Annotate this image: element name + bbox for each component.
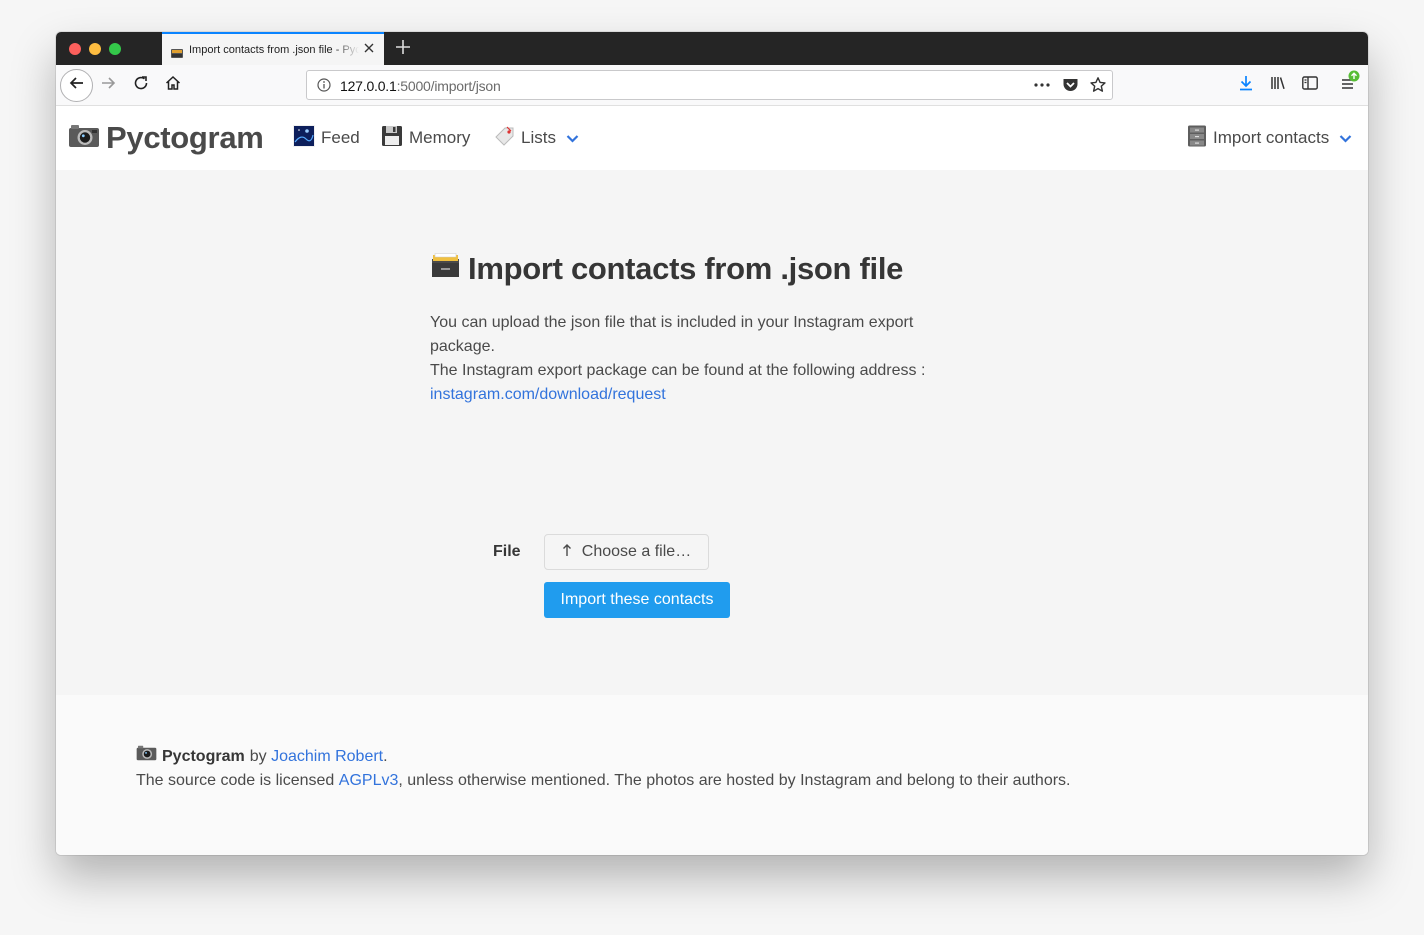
- browser-window: Import contacts from .json file - Pyctog…: [56, 32, 1368, 855]
- nav-item-memory[interactable]: Memory: [381, 125, 471, 152]
- nav-item-feed[interactable]: Feed: [293, 124, 360, 152]
- url-path: :5000/import/json: [396, 78, 501, 94]
- url-text: 127.0.0.1:5000/import/json: [340, 78, 501, 94]
- pocket-icon[interactable]: [1062, 77, 1079, 98]
- browser-toolbar: 127.0.0.1:5000/import/json: [56, 65, 1368, 106]
- footer-license: The source code is licensed AGPLv3, unle…: [136, 769, 1368, 793]
- nav-item-label: Lists: [521, 128, 556, 147]
- reload-icon: [132, 74, 150, 97]
- download-icon: [1237, 74, 1255, 97]
- nav-item-label: Feed: [321, 128, 360, 147]
- footer-brand: Pyctogram: [162, 748, 245, 765]
- back-button[interactable]: [60, 69, 93, 102]
- sidebar-icon: [1301, 74, 1319, 97]
- arrow-right-icon: [99, 74, 117, 97]
- license-link[interactable]: AGPLv3: [339, 772, 399, 789]
- library-button[interactable]: [1269, 76, 1287, 94]
- file-cabinet-icon: [171, 45, 183, 58]
- license-suffix: , unless otherwise mentioned. The photos…: [398, 772, 1071, 789]
- menu-button[interactable]: [1339, 70, 1360, 94]
- import-contacts-button[interactable]: Import these contacts: [544, 582, 730, 618]
- footer: Pyctogram by Joachim Robert. The source …: [56, 695, 1368, 855]
- close-tab-icon[interactable]: [362, 41, 376, 55]
- camera-icon: [68, 120, 100, 156]
- home-button[interactable]: [164, 74, 182, 97]
- close-window-button[interactable]: [69, 43, 81, 55]
- page-title: Import contacts from .json file: [430, 251, 903, 287]
- nav-item-import-contacts[interactable]: Import contacts: [1187, 125, 1352, 152]
- author-link[interactable]: Joachim Robert: [271, 745, 383, 769]
- brand-link[interactable]: Pyctogram: [68, 120, 264, 156]
- arrow-left-icon: [68, 74, 86, 97]
- zoom-window-button[interactable]: [109, 43, 121, 55]
- page-title-text: Import contacts from .json file: [468, 251, 904, 286]
- description-line-2: The Instagram export package can be foun…: [430, 362, 926, 379]
- home-icon: [164, 74, 182, 97]
- forward-button[interactable]: [99, 76, 117, 94]
- nav-item-label: Memory: [409, 128, 471, 147]
- file-cabinet-icon: [1187, 125, 1207, 152]
- chevron-down-icon: [566, 128, 579, 148]
- browser-tab[interactable]: Import contacts from .json file - Pyctog…: [162, 32, 384, 65]
- tab-title: Import contacts from .json file - Pyctog…: [189, 43, 359, 56]
- bookmark-star-icon[interactable]: [1089, 76, 1107, 99]
- minimize-window-button[interactable]: [89, 43, 101, 55]
- floppy-disk-icon: [381, 125, 403, 152]
- update-badge-icon: [1348, 69, 1360, 87]
- new-tab-icon[interactable]: [394, 38, 412, 56]
- footer-by: by: [249, 748, 267, 765]
- card-file-box-icon: [430, 251, 461, 287]
- night-sky-icon: [293, 124, 315, 152]
- brand-name: Pyctogram: [106, 120, 264, 155]
- camera-icon: [136, 745, 157, 769]
- choose-file-label: Choose a file…: [581, 543, 692, 560]
- sidebar-button[interactable]: [1301, 74, 1319, 97]
- page: Pyctogram Feed Memory Lists Import conta…: [56, 106, 1368, 855]
- url-bar[interactable]: 127.0.0.1:5000/import/json: [306, 70, 1113, 100]
- upload-arrow-icon: [562, 543, 572, 562]
- reload-button[interactable]: [132, 74, 150, 97]
- navbar: Pyctogram Feed Memory Lists Import conta…: [56, 106, 1368, 170]
- choose-file-button[interactable]: Choose a file…: [544, 534, 709, 570]
- bookmark-tag-icon: [493, 125, 515, 152]
- downloads-button[interactable]: [1237, 74, 1255, 97]
- footer-credit: Pyctogram by Joachim Robert.: [136, 745, 1368, 769]
- chevron-down-icon: [1339, 128, 1352, 148]
- file-label: File: [493, 543, 521, 560]
- more-actions-icon[interactable]: [1033, 78, 1051, 97]
- info-icon[interactable]: [317, 78, 331, 97]
- library-icon: [1269, 74, 1287, 97]
- nav-item-label: Import contacts: [1213, 128, 1330, 147]
- url-host: 127.0.0.1: [340, 78, 397, 94]
- instagram-download-link[interactable]: instagram.com/download/request: [430, 386, 666, 403]
- license-prefix: The source code is licensed: [136, 772, 335, 789]
- description: You can upload the json file that is inc…: [430, 311, 950, 407]
- description-line-1: You can upload the json file that is inc…: [430, 314, 914, 355]
- tab-bar: Import contacts from .json file - Pyctog…: [56, 32, 1368, 65]
- nav-item-lists[interactable]: Lists: [493, 126, 579, 150]
